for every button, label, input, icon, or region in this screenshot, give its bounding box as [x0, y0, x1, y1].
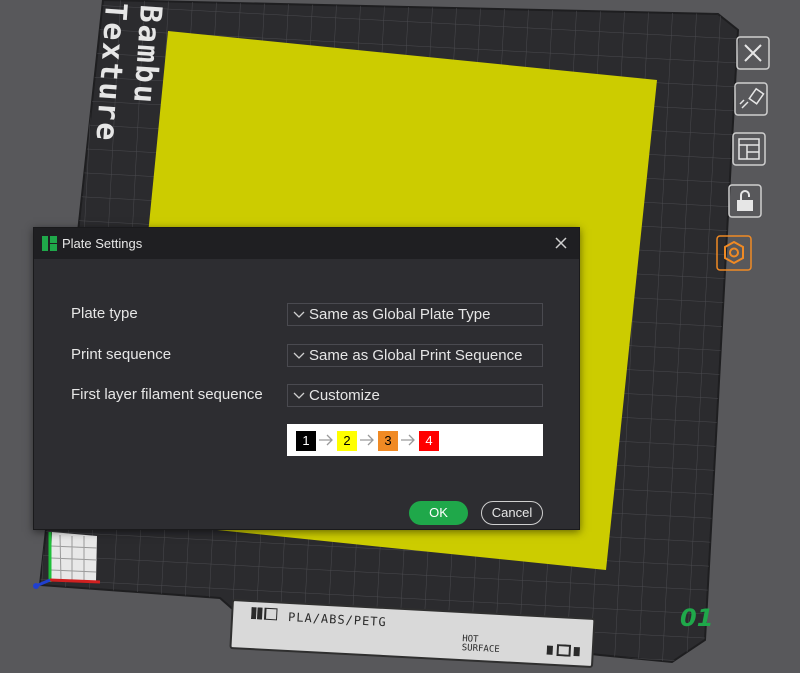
brush-icon [734, 82, 768, 116]
chevron-down-icon [293, 392, 305, 399]
filament-chip-2[interactable]: 2 [337, 431, 357, 451]
paint-plate-button[interactable] [734, 82, 768, 116]
first-layer-sequence-select[interactable]: Customize [287, 384, 543, 407]
plate-settings-button[interactable] [716, 235, 752, 271]
chevron-down-icon [293, 311, 305, 318]
hexagon-gear-icon [716, 235, 752, 271]
dialog-title: Plate Settings [62, 236, 143, 251]
first-layer-sequence-label: First layer filament sequence [71, 386, 263, 403]
plate-type-select[interactable]: Same as Global Plate Type [287, 303, 543, 326]
hot-surface-warning: HOT SURFACE [461, 634, 500, 656]
arrow-right-icon [401, 434, 415, 446]
chevron-down-icon [293, 352, 305, 359]
arrow-right-icon [319, 434, 333, 446]
unlock-icon [728, 184, 762, 218]
plate-number: 01 [680, 604, 714, 632]
dialog-titlebar: Plate Settings [34, 228, 579, 259]
close-icon [736, 36, 770, 70]
close-plate-button[interactable] [736, 36, 770, 70]
plate-type-value: Same as Global Plate Type [309, 306, 491, 323]
filament-chip-1[interactable]: 1 [296, 431, 316, 451]
bambu-logo-icon [250, 607, 278, 621]
filament-chip-3[interactable]: 3 [378, 431, 398, 451]
layout-icon [732, 132, 766, 166]
arrange-plate-button[interactable] [732, 132, 766, 166]
plate-type-label: Plate type [71, 305, 138, 322]
cancel-button[interactable]: Cancel [481, 501, 543, 525]
dialog-close-icon[interactable] [553, 235, 569, 251]
print-sequence-label: Print sequence [71, 346, 172, 363]
bambu-app-icon [42, 236, 57, 251]
filament-sequence-list: 1 2 3 4 [287, 424, 543, 456]
filament-chip-4[interactable]: 4 [419, 431, 439, 451]
plate-orientation-icon [546, 644, 580, 657]
plate-material-text: PLA/ABS/PETG [287, 609, 388, 630]
print-sequence-value: Same as Global Print Sequence [309, 347, 523, 364]
plate-settings-dialog: Plate Settings Plate type Same as Global… [33, 227, 580, 530]
arrow-right-icon [360, 434, 374, 446]
first-layer-sequence-value: Customize [309, 387, 380, 404]
ok-button[interactable]: OK [409, 501, 468, 525]
print-sequence-select[interactable]: Same as Global Print Sequence [287, 344, 543, 367]
lock-plate-button[interactable] [728, 184, 762, 218]
